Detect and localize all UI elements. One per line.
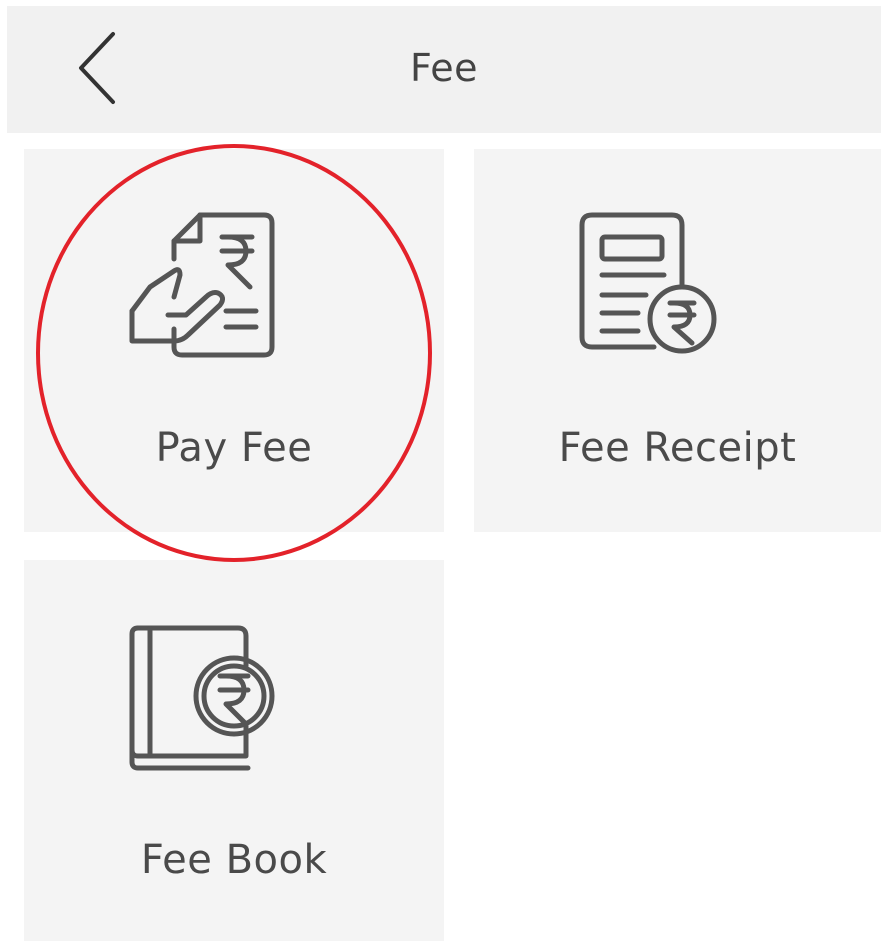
pay-fee-tile[interactable]: Pay Fee bbox=[24, 149, 444, 532]
receipt-icon bbox=[579, 212, 717, 354]
fee-receipt-tile[interactable]: Fee Receipt bbox=[474, 149, 881, 532]
page-title: Fee bbox=[409, 46, 479, 90]
fee-book-icon bbox=[129, 625, 275, 771]
pay-fee-icon bbox=[129, 212, 275, 358]
app-header: Fee bbox=[7, 6, 881, 133]
fee-book-tile[interactable]: Fee Book bbox=[24, 560, 444, 941]
pay-fee-label: Pay Fee bbox=[155, 425, 313, 471]
fee-receipt-label: Fee Receipt bbox=[558, 425, 797, 471]
fee-book-label: Fee Book bbox=[140, 837, 328, 883]
